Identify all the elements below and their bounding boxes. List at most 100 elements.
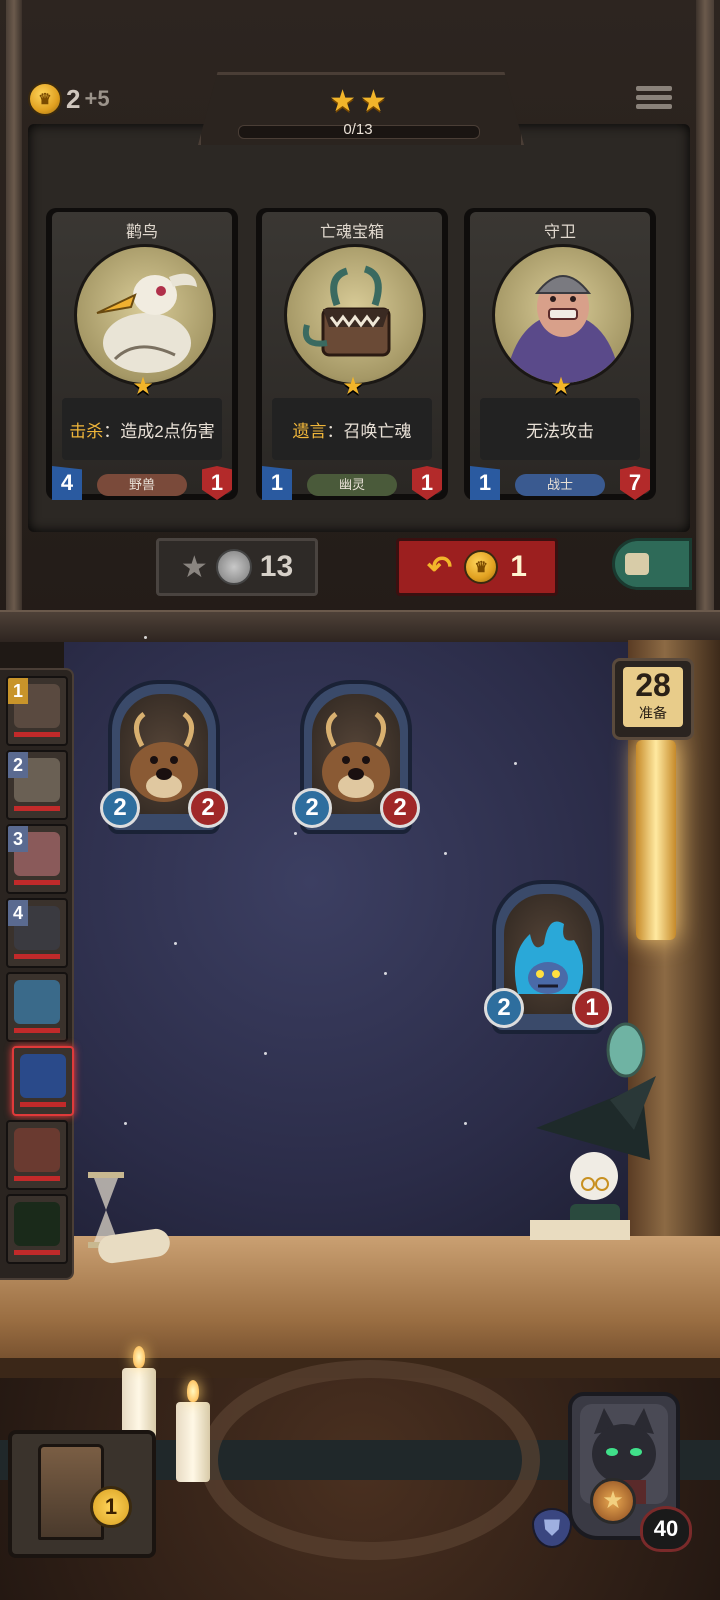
card-name: 鹳鸟 [125,224,158,241]
card-ability: 遗言 ：召唤亡魂 [272,398,432,460]
shop-bottom-bar [0,610,720,642]
card-health: 1 [202,466,232,500]
minion-face-icon [14,980,60,1024]
guard-portrait [492,244,634,386]
menu-button[interactable] [636,82,672,116]
gold-coin-icon: ♛ [28,82,62,116]
chest-count: 1 [90,1486,132,1528]
gold-coin-icon: ♛ [464,550,499,584]
flame-icon [133,1346,145,1368]
upgrade-cost: 13 [259,550,294,583]
card-body: 守卫 ★ 无法攻击 战士 1 7 [470,212,650,500]
turn-order-slot[interactable]: 1 [6,676,68,746]
turn-order-slot-active[interactable] [12,1046,74,1116]
refresh-arrow-icon: ↶ [427,550,453,584]
lock-icon [625,553,649,575]
health-bar [14,1250,60,1255]
flame-icon [187,1380,199,1402]
minion-face-icon [14,1202,60,1246]
ability-text: 无法攻击 [526,421,594,441]
tier-stars-icon: ★★ [329,85,391,118]
minion-health: 2 [188,788,228,828]
tier-star-icon: ★ [132,373,154,400]
card-body: 鹳鸟 ★ 击杀 ：造成2点伤害 野兽 4 1 [52,212,232,500]
health-bar [14,1028,60,1033]
mimic-chest-portrait [284,244,426,386]
ready-label: 准备 [639,705,667,721]
gold-income: +5 [84,86,110,111]
turn-order-slot[interactable] [6,1120,68,1190]
star-decoration [294,832,297,835]
card-body: 亡魂宝箱 ★ 遗言 ：召唤亡魂 幽灵 1 1 [262,212,442,500]
star-decoration [264,1052,267,1055]
menu-bar-icon [636,95,672,100]
star-decoration [174,942,177,945]
turn-order-panel: 1 2 3 4 [0,668,74,1280]
ability-keyword: 遗言 [292,421,327,441]
candle-icon [176,1402,210,1482]
card-tribe: 野兽 [97,474,187,496]
menu-bar-icon [636,86,672,91]
ready-counter-face: 28 准备 [623,667,683,727]
health-bar [14,732,60,737]
turn-order-slot[interactable] [6,972,68,1042]
shop-card[interactable]: 守卫 ★ 无法攻击 战士 1 7 [464,208,656,500]
card-health: 1 [412,466,442,500]
silver-coin-icon [215,549,252,585]
star-decoration [444,852,447,855]
shop-card[interactable]: 亡魂宝箱 ★ 遗言 ：召唤亡魂 幽灵 1 1 [256,208,448,500]
turn-order-slot[interactable]: 3 [6,824,68,894]
turn-badge: 3 [8,826,28,852]
turn-badge: 4 [8,900,28,926]
tier-progress-text: 0/13 [343,121,373,138]
lamp-icon [636,740,676,940]
upgrade-tier-button[interactable]: ★ 13 [156,538,318,596]
turn-order-slot[interactable]: 4 [6,898,68,968]
ability-text: ：召唤亡魂 [326,421,412,441]
chest-icon [38,1444,104,1540]
star-decoration [144,636,147,639]
star-decoration [514,762,517,765]
card-name: 亡魂宝箱 [319,224,384,241]
card-ability: 无法攻击 [480,398,640,460]
gear-icon [200,1360,540,1560]
card-tribe: 幽灵 [307,474,397,496]
stork-portrait [74,244,216,386]
card-health: 7 [620,466,650,500]
star-decoration [464,1122,467,1125]
minion-face-icon [14,1128,60,1172]
menu-bar-icon [636,104,672,109]
treasure-chest-button[interactable]: 1 [8,1430,156,1558]
star-icon[interactable]: ★ [590,1478,636,1524]
tier-star-icon: ★ [550,373,572,400]
board-minion[interactable]: 2 2 [100,680,228,834]
health-bar [14,1176,60,1181]
minion-health: 2 [380,788,420,828]
ability-keyword: 击杀 [69,421,104,441]
star-up-icon: ★ [180,550,208,584]
minion-attack: 2 [292,788,332,828]
star-decoration [124,1122,127,1125]
board-minion[interactable]: 2 1 [484,880,612,1034]
card-tribe: 战士 [515,474,605,496]
health-bar [14,880,60,885]
tier-star-icon: ★ [342,373,364,400]
shop-frame-right [696,0,714,628]
star-decoration [384,972,387,975]
card-attack: 4 [52,466,82,500]
turn-order-slot[interactable] [6,1194,68,1264]
hero-health: 40 [640,1506,692,1552]
turn-badge: 1 [8,678,28,704]
gold-value: 2 [66,83,81,114]
health-bar [20,1102,66,1107]
refresh-cost: 1 [510,550,527,583]
gold-display: ♛ 2 +5 [28,82,110,116]
shop-card[interactable]: 鹳鸟 ★ 击杀 ：造成2点伤害 野兽 4 1 [46,208,238,500]
turn-order-slot[interactable]: 2 [6,750,68,820]
witch-character [470,1020,670,1250]
ability-text: ：造成2点伤害 [103,421,215,441]
board-minion[interactable]: 2 2 [292,680,420,834]
refresh-shop-button[interactable]: ↶ ♛ 1 [396,538,558,596]
freeze-shop-button[interactable] [612,538,692,590]
shop-frame-left [6,0,22,628]
